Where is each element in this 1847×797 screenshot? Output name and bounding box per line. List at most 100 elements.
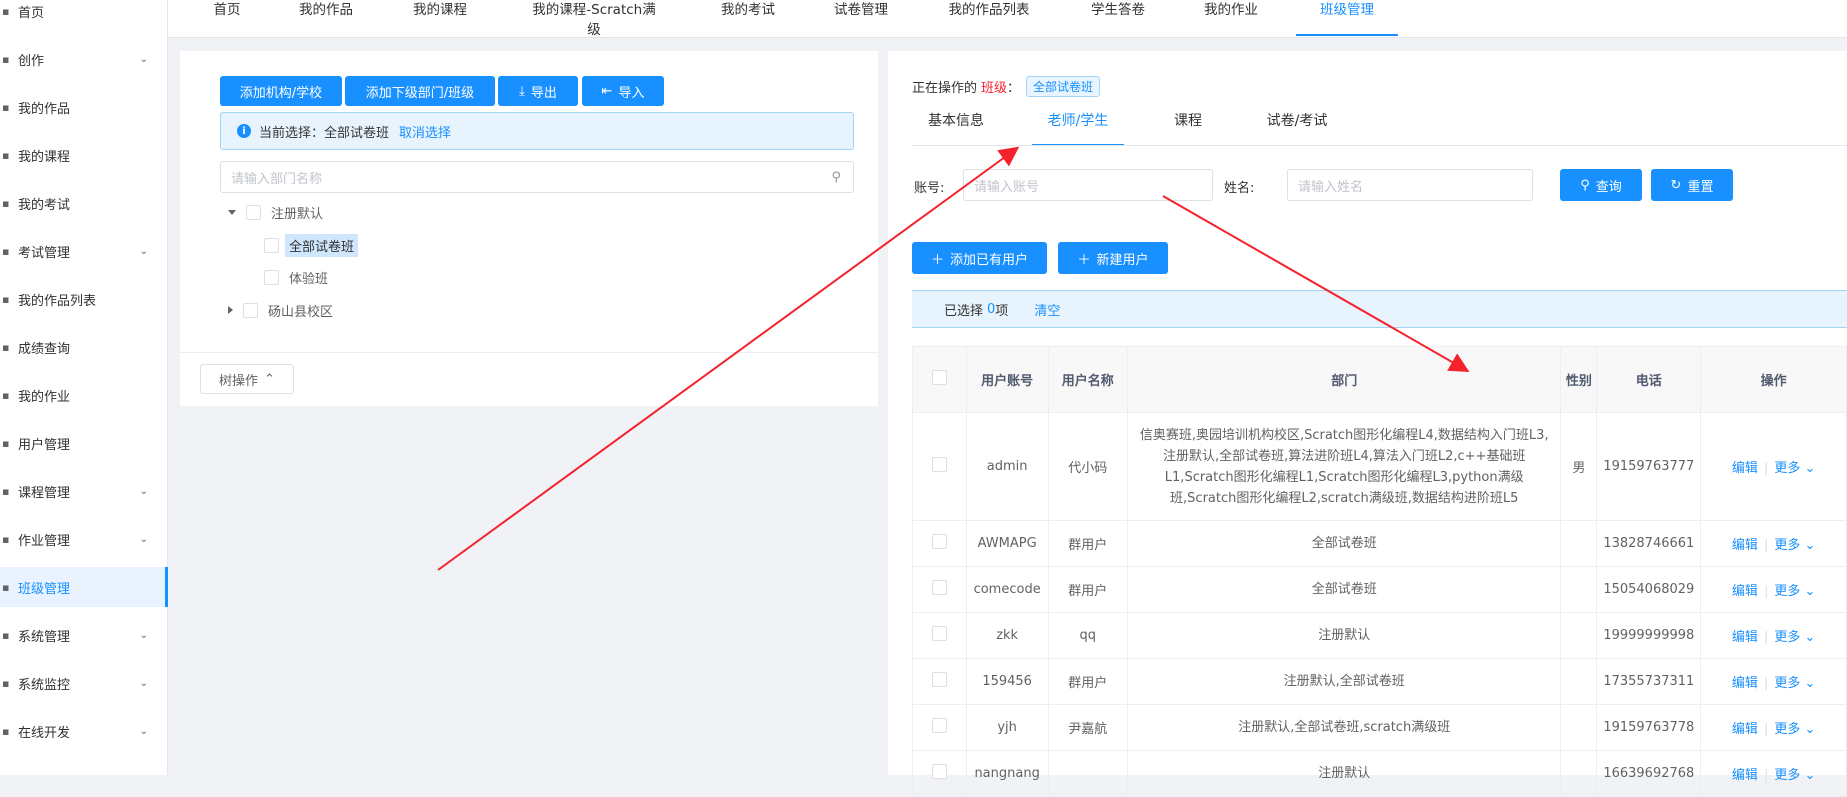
top-tab[interactable]: 我的作品列表 xyxy=(947,0,1031,36)
sidebar-item[interactable]: ▪ 系统监控 ⌄ xyxy=(0,663,168,703)
more-dropdown[interactable]: 更多 ⌄ xyxy=(1774,768,1815,783)
sidebar-item[interactable]: ▪ 我的作品 xyxy=(0,87,168,127)
select-all-checkbox[interactable] xyxy=(931,370,947,385)
divider: | xyxy=(1763,538,1769,553)
sidebar-item[interactable]: ▪ 考试管理 ⌄ xyxy=(0,231,168,271)
more-dropdown[interactable]: 更多 ⌄ xyxy=(1774,630,1815,645)
export-label: 导出 xyxy=(530,85,557,101)
row-checkbox[interactable] xyxy=(931,626,947,641)
tree-checkbox[interactable] xyxy=(264,269,279,285)
top-tab[interactable]: 首页 xyxy=(212,0,242,36)
tree-operation-button[interactable]: 树操作 ⌃ xyxy=(200,364,294,394)
class-tab[interactable]: 课程 xyxy=(1160,110,1216,146)
select-cell xyxy=(912,612,967,659)
sidebar-item[interactable]: ▪ 我的考试 xyxy=(0,183,168,223)
more-dropdown[interactable]: 更多 ⌄ xyxy=(1774,676,1815,691)
tree-checkbox[interactable] xyxy=(243,302,258,318)
edit-link[interactable]: 编辑 xyxy=(1732,630,1758,645)
home-icon: ▪ xyxy=(2,4,10,18)
clear-selection-link[interactable]: 清空 xyxy=(1034,300,1060,319)
tree-checkbox[interactable] xyxy=(264,237,279,253)
query-button[interactable]: ⚲ 查询 xyxy=(1560,169,1642,201)
row-checkbox[interactable] xyxy=(931,580,947,595)
account-input[interactable]: 请输入账号 xyxy=(963,169,1213,201)
row-checkbox[interactable] xyxy=(931,718,947,733)
table-row[interactable]: admin 代小码 信奥赛班,奥园培训机构校区,Scratch图形化编程L4,数据结… xyxy=(912,412,1847,521)
table-row[interactable]: yjh 尹嘉航 注册默认,全部试卷班,scratch满级班 19159763778 编辑… xyxy=(912,704,1847,751)
table-row[interactable]: comecode 群用户 全部试卷班 15054068029 编辑 | 更多 ⌄ xyxy=(912,566,1847,613)
score-icon: ▪ xyxy=(2,340,10,354)
chevron-down-icon: ⌄ xyxy=(1800,461,1816,476)
more-dropdown[interactable]: 更多 ⌄ xyxy=(1774,722,1815,737)
sidebar-item-label: 成绩查询 xyxy=(18,341,71,357)
name-input[interactable]: 请输入姓名 xyxy=(1287,169,1533,201)
table-row[interactable]: 159456 群用户 注册默认,全部试卷班 17355737311 编辑 | 更多 ⌄ xyxy=(912,658,1847,705)
new-user-label: 新建用户 xyxy=(1096,252,1149,268)
sidebar-item[interactable]: ▪ 系统管理 ⌄ xyxy=(0,615,168,655)
row-checkbox[interactable] xyxy=(931,672,947,687)
chevron-down-icon: ⌄ xyxy=(1800,630,1816,645)
class-tab[interactable]: 基本信息 xyxy=(912,110,1000,146)
edit-link[interactable]: 编辑 xyxy=(1732,584,1758,599)
sidebar-item[interactable]: ▪ 我的作品列表 xyxy=(0,279,168,319)
table-row[interactable]: zkk qq 注册默认 19999999998 编辑 | 更多 ⌄ xyxy=(912,612,1847,659)
sidebar-item[interactable]: ▪ 课程管理 ⌄ xyxy=(0,471,168,511)
select-all-cell xyxy=(912,346,967,413)
top-tab[interactable]: 我的作品 xyxy=(298,0,354,36)
class-tab[interactable]: 老师/学生 xyxy=(1032,110,1124,146)
name-label: 姓名: xyxy=(1224,181,1255,196)
sidebar-item[interactable]: ▪ 成绩查询 xyxy=(0,327,168,367)
edit-link[interactable]: 编辑 xyxy=(1732,676,1758,691)
more-dropdown[interactable]: 更多 ⌄ xyxy=(1774,584,1815,599)
sidebar-item[interactable]: ▪ 我的课程 xyxy=(0,135,168,175)
top-tab[interactable]: 班级管理 xyxy=(1296,0,1398,36)
top-tab[interactable]: 试卷管理 xyxy=(833,0,889,36)
name-placeholder: 请输入姓名 xyxy=(1298,179,1364,195)
export-button[interactable]: ⤓ 导出 xyxy=(498,76,578,106)
tree-checkbox[interactable] xyxy=(246,204,261,220)
sidebar-item[interactable]: ▪ 首页 xyxy=(0,0,168,31)
add-sub-dept-button[interactable]: 添加下级部门/班级 xyxy=(345,76,495,106)
sidebar-item[interactable]: ▪ 用户管理 xyxy=(0,423,168,463)
sidebar-item[interactable]: ▪ 在线开发 ⌄ xyxy=(0,711,168,751)
settings-icon: ▪ xyxy=(2,628,10,642)
top-tab[interactable]: 学生答卷 xyxy=(1090,0,1146,36)
cell-name: 代小码 xyxy=(1047,412,1128,521)
add-org-button[interactable]: 添加机构/学校 xyxy=(220,76,342,106)
top-tab[interactable]: 我的课程 xyxy=(412,0,468,36)
sidebar-item[interactable]: ▪ 班级管理 xyxy=(0,567,168,607)
row-checkbox[interactable] xyxy=(931,457,947,472)
top-tab[interactable]: 我的考试 xyxy=(720,0,776,36)
table-row[interactable]: AWMAPG 群用户 全部试卷班 13828746661 编辑 | 更多 ⌄ xyxy=(912,520,1847,567)
import-button[interactable]: ⇤ 导入 xyxy=(582,76,664,106)
new-user-button[interactable]: ＋ 新建用户 xyxy=(1058,242,1168,274)
top-tab[interactable]: 我的课程-Scratch满级 xyxy=(526,0,662,38)
reset-button[interactable]: ↻ 重置 xyxy=(1651,169,1733,201)
edit-link[interactable]: 编辑 xyxy=(1732,722,1758,737)
more-dropdown[interactable]: 更多 ⌄ xyxy=(1774,538,1815,553)
cancel-selection-link[interactable]: 取消选择 xyxy=(399,122,451,141)
edit-link[interactable]: 编辑 xyxy=(1732,768,1758,783)
tree-node-root2[interactable]: 砀山县校区 xyxy=(228,298,333,322)
table-row[interactable]: nangnang 注册默认 16639692768 编辑 | 更多 ⌄ xyxy=(912,750,1847,797)
add-existing-user-button[interactable]: ＋ 添加已有用户 xyxy=(912,242,1047,274)
tree-node-root1[interactable]: 注册默认 xyxy=(228,200,323,224)
row-checkbox[interactable] xyxy=(931,534,947,549)
class-tab[interactable]: 试卷/考试 xyxy=(1250,110,1344,146)
edit-link[interactable]: 编辑 xyxy=(1732,461,1758,476)
edit-link[interactable]: 编辑 xyxy=(1732,538,1758,553)
caret-down-icon[interactable] xyxy=(228,209,236,215)
sidebar-item-label: 用户管理 xyxy=(18,437,71,453)
tree-node-child2[interactable]: 体验班 xyxy=(264,265,328,289)
divider: | xyxy=(1763,630,1769,645)
more-dropdown[interactable]: 更多 ⌄ xyxy=(1774,461,1815,476)
sidebar-item[interactable]: ▪ 我的作业 xyxy=(0,375,168,415)
sidebar-item[interactable]: ▪ 创作 ⌄ xyxy=(0,39,168,79)
caret-right-icon[interactable] xyxy=(228,306,233,314)
dept-search-input[interactable]: 请输入部门名称 ⚲ xyxy=(220,161,854,193)
cell-actions: 编辑 | 更多 ⌄ xyxy=(1700,750,1847,797)
row-checkbox[interactable] xyxy=(931,764,947,779)
sidebar-item[interactable]: ▪ 作业管理 ⌄ xyxy=(0,519,168,559)
tree-node-child1[interactable]: 全部试卷班 xyxy=(264,233,359,257)
top-tab[interactable]: 我的作业 xyxy=(1203,0,1259,36)
